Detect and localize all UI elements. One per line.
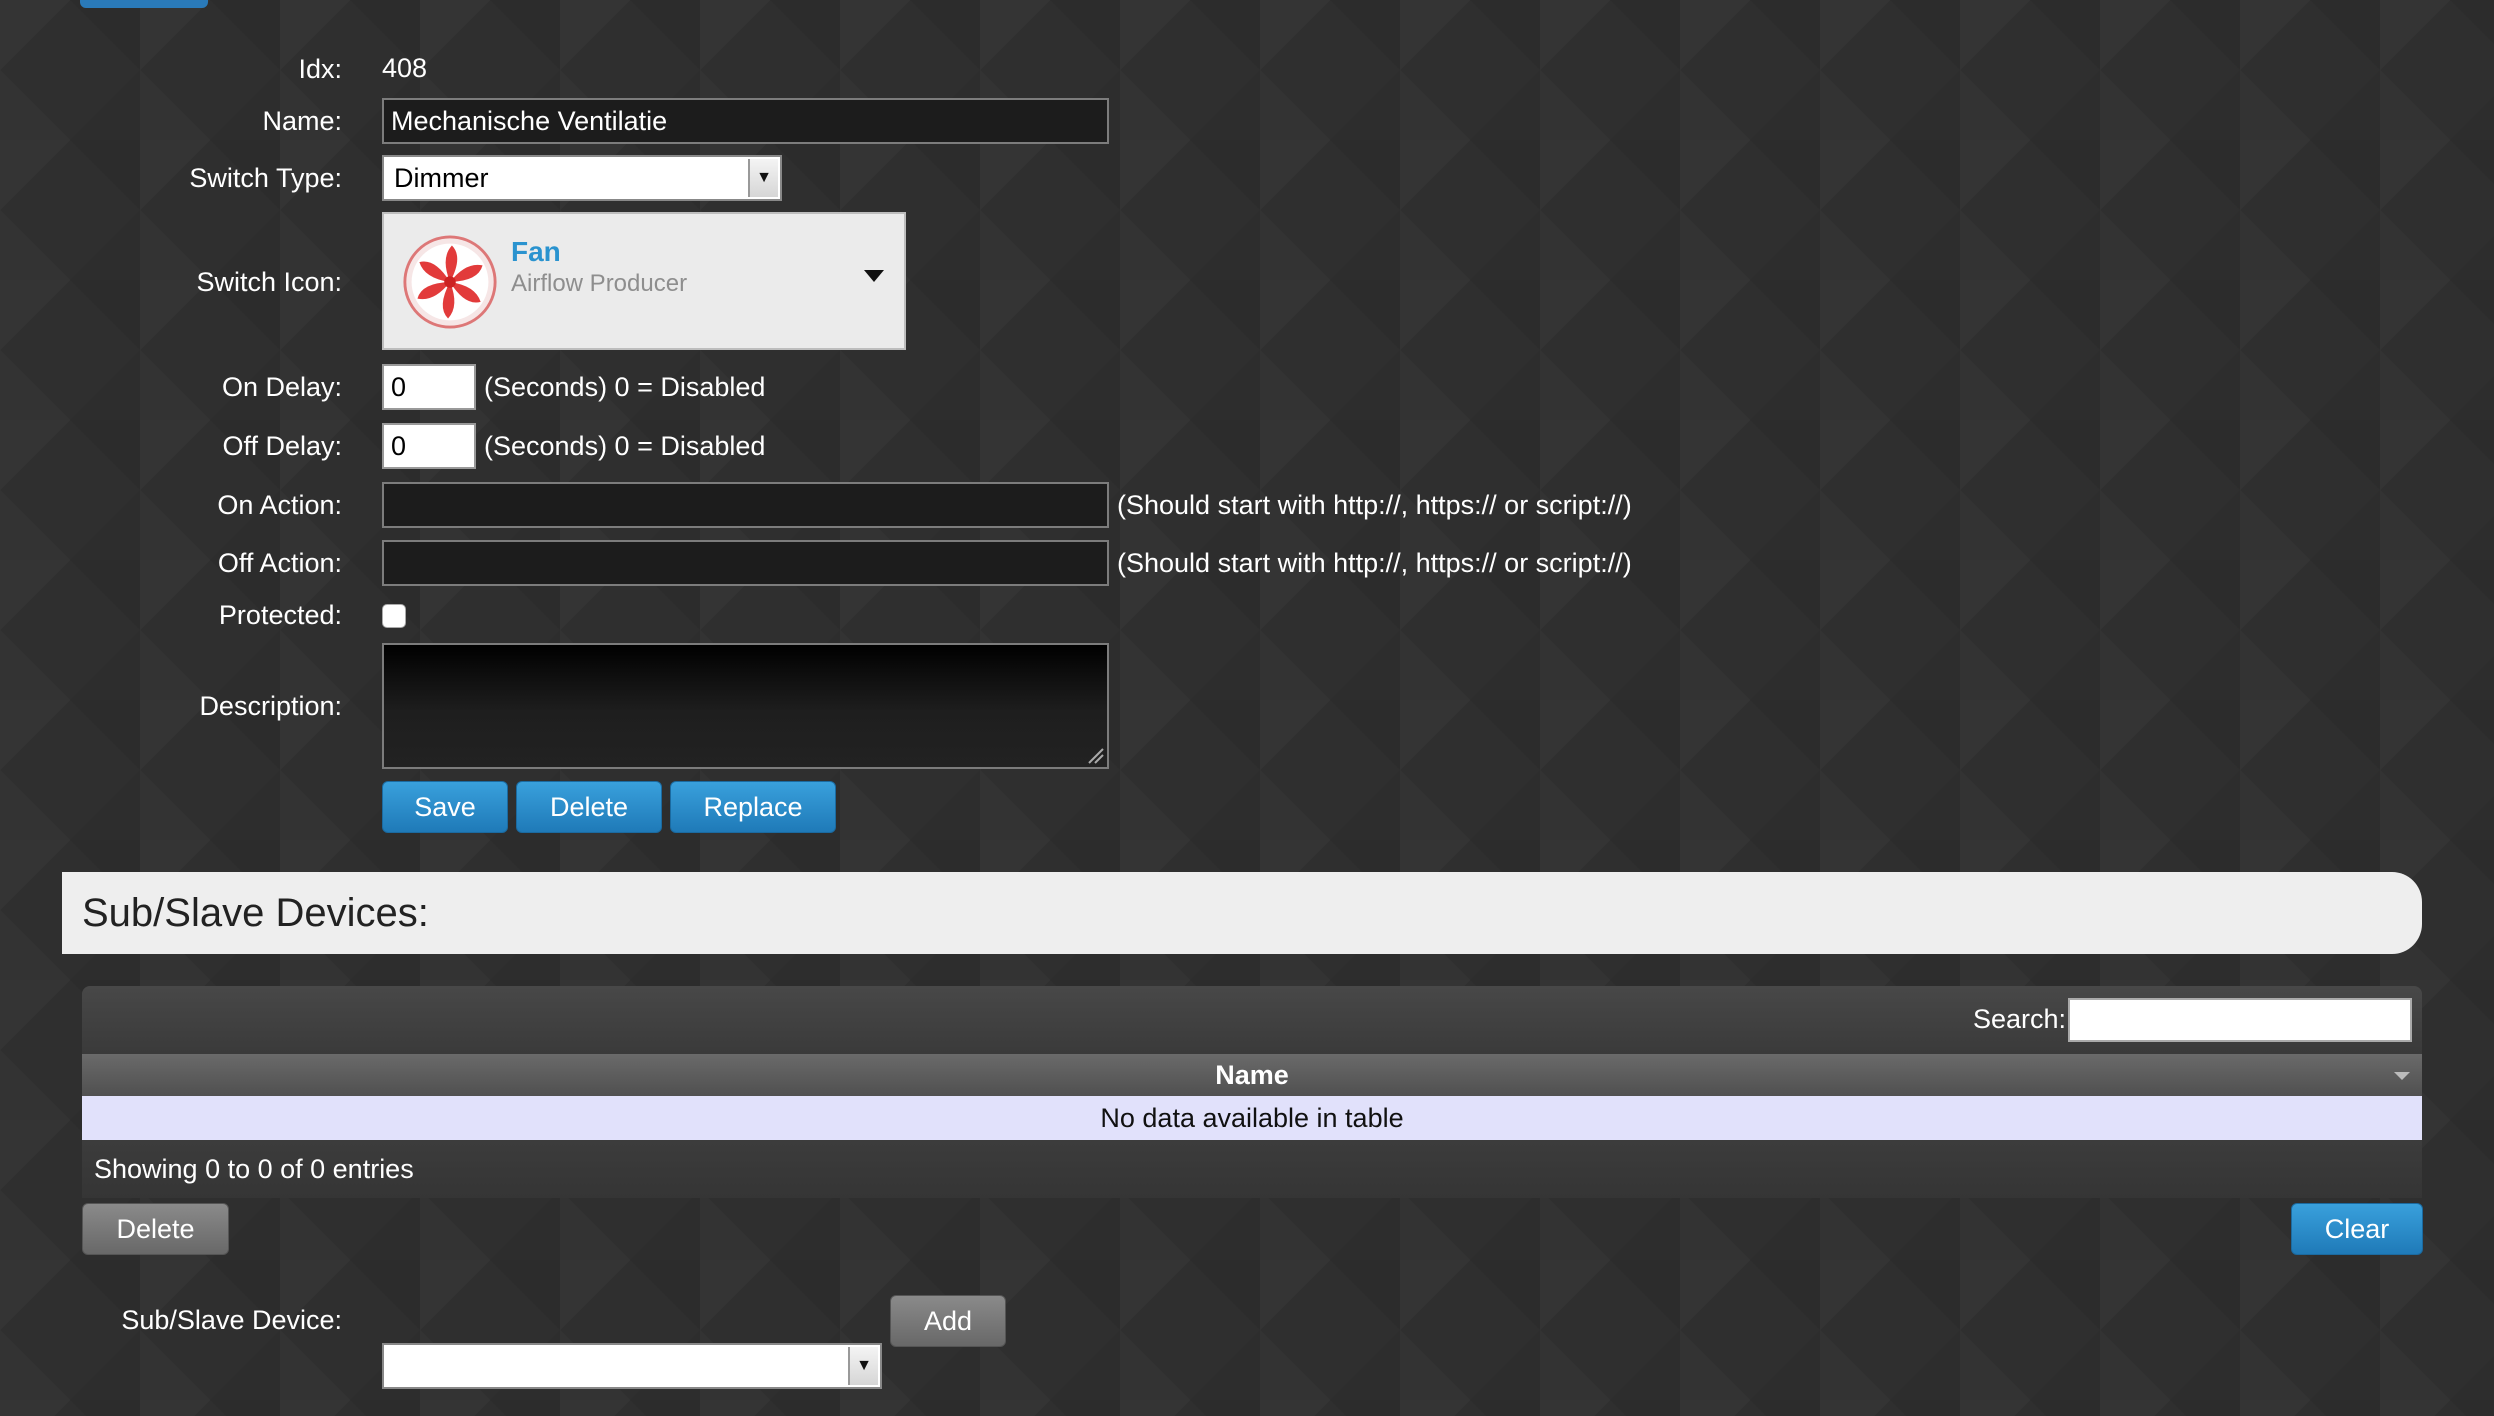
top-button-partial[interactable] [80,0,208,8]
off-delay-input[interactable]: 0 [382,423,476,469]
description-row: Description: [0,682,342,730]
off-delay-hint: (Seconds) 0 = Disabled [484,430,766,461]
table-toolbar: Search: [82,986,2422,1054]
sort-icon[interactable] [2394,1072,2410,1080]
subslave-table: Search: Name No data available in table … [82,986,2422,1198]
switch-type-select[interactable]: Dimmer ▼ [382,155,782,201]
switch-icon-row: Switch Icon: [0,258,342,306]
replace-button[interactable]: Replace [670,781,836,833]
off-delay-label: Off Delay: [222,430,342,461]
on-delay-row: On Delay: [0,363,342,411]
switch-icon-subtitle: Airflow Producer [511,270,688,297]
protected-label: Protected: [218,599,342,630]
table-info: Showing 0 to 0 of 0 entries [94,1153,414,1184]
column-header-name[interactable]: Name [82,1054,2422,1096]
subslave-device-select[interactable]: ▼ [382,1343,882,1389]
description-textarea[interactable] [382,643,1109,769]
on-action-hint: (Should start with http://, https:// or … [1117,489,1632,520]
table-empty-row: No data available in table [82,1096,2422,1140]
on-delay-field: 0 (Seconds) 0 = Disabled [382,364,765,410]
off-action-input[interactable] [382,540,1109,586]
column-header-name-label: Name [1215,1059,1289,1090]
switch-type-row: Switch Type: [0,154,342,202]
off-action-row: Off Action: [0,539,342,587]
empty-message: No data available in table [1100,1102,1404,1133]
name-label: Name: [262,105,342,136]
off-action-label: Off Action: [217,547,342,578]
idx-value: 408 [382,53,428,83]
on-action-input[interactable] [382,482,1109,528]
table-footer: Showing 0 to 0 of 0 entries [82,1140,2422,1198]
off-delay-field: 0 (Seconds) 0 = Disabled [382,423,765,469]
switch-icon-picker[interactable]: Fan Airflow Producer [382,212,906,350]
caret-down-icon[interactable] [864,270,884,282]
on-delay-input-value: 0 [391,371,407,402]
off-delay-row: Off Delay: [0,422,342,470]
on-action-label: On Action: [217,489,342,520]
subslave-device-row: Sub/Slave Device: [0,1296,342,1344]
subslave-section-title: Sub/Slave Devices: [82,890,429,935]
on-delay-hint: (Seconds) 0 = Disabled [484,371,766,402]
chevron-down-icon[interactable]: ▼ [748,159,778,197]
subslave-section-header: Sub/Slave Devices: [62,872,2422,954]
fan-icon [403,235,497,329]
search-label: Search: [1972,1004,2066,1034]
name-row: Name: [0,97,342,145]
switch-type-value: Dimmer [394,162,489,193]
off-action-field: (Should start with http://, https:// or … [382,540,1632,586]
name-input[interactable]: Mechanische Ventilatie [382,98,1109,144]
on-action-row: On Action: [0,481,342,529]
save-button[interactable]: Save [382,781,508,833]
protected-row: Protected: [0,591,342,639]
resize-handle-icon[interactable] [1085,745,1105,765]
on-action-field: (Should start with http://, https:// or … [382,482,1632,528]
switch-icon-title: Fan [511,236,561,267]
idx-label: Idx: [298,53,342,84]
protected-checkbox[interactable] [382,604,406,628]
switch-type-label: Switch Type: [189,162,342,193]
off-delay-input-value: 0 [391,430,407,461]
name-input-value: Mechanische Ventilatie [391,105,668,136]
on-delay-label: On Delay: [221,371,342,402]
search-input[interactable] [2068,998,2412,1042]
add-button[interactable]: Add [890,1295,1006,1347]
on-delay-input[interactable]: 0 [382,364,476,410]
subslave-device-label: Sub/Slave Device: [121,1304,342,1335]
idx-row: Idx: [0,45,342,93]
delete-button[interactable]: Delete [516,781,662,833]
switch-icon-label: Switch Icon: [196,266,342,297]
subslave-delete-button[interactable]: Delete [82,1203,229,1255]
clear-button[interactable]: Clear [2291,1203,2423,1255]
off-action-hint: (Should start with http://, https:// or … [1117,547,1632,578]
chevron-down-icon[interactable]: ▼ [848,1347,878,1385]
description-label: Description: [199,690,342,721]
